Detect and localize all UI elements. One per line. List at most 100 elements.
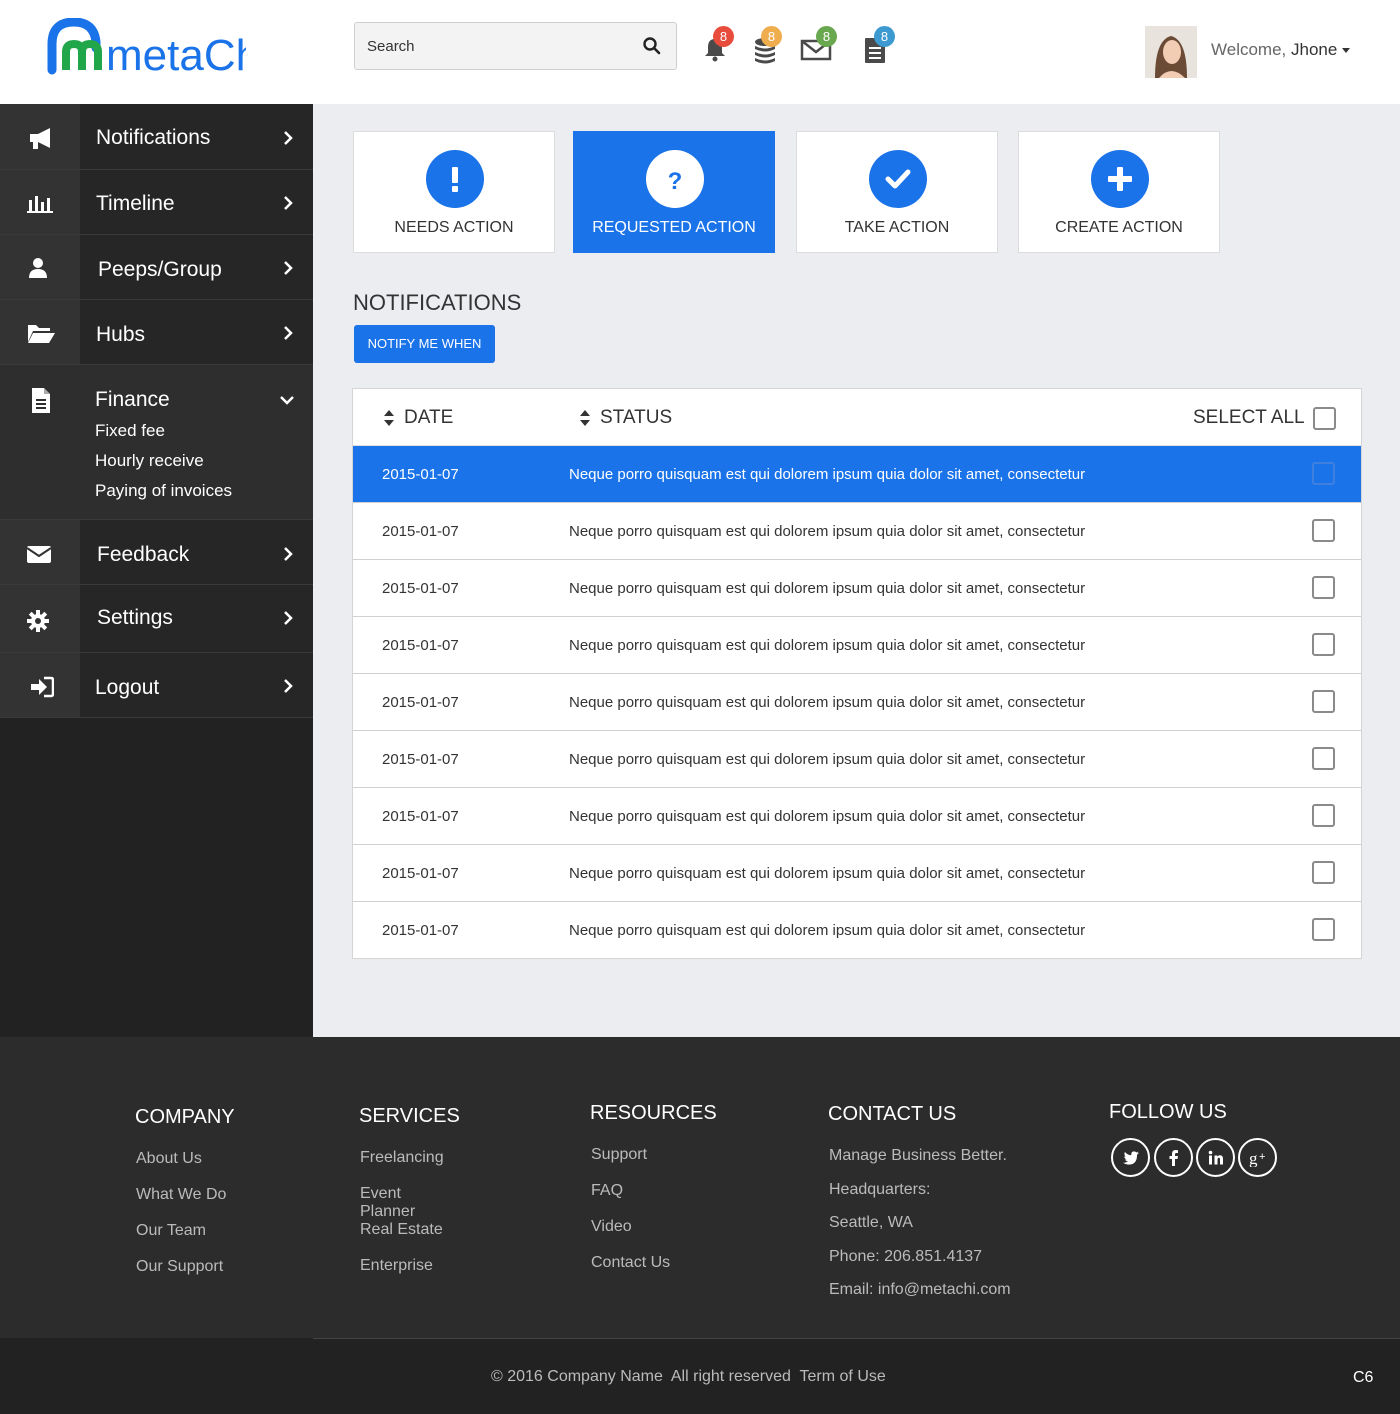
sidebar-item-notifications[interactable]: Notifications (0, 104, 313, 170)
sidebar-item-peeps-group[interactable]: Peeps/Group (0, 235, 313, 300)
linkedin-icon (1208, 1150, 1223, 1165)
sidebar-item-label: Logout (95, 676, 160, 699)
sidebar-subitem-fixed-fee[interactable]: Fixed fee (95, 421, 165, 441)
logo-text: metaChi (106, 31, 246, 78)
row-checkbox[interactable] (1312, 804, 1335, 827)
column-date[interactable]: DATE (404, 407, 453, 429)
copyright-text: © 2016 Company Name All right reserved T… (491, 1368, 886, 1385)
table-row[interactable]: 2015-01-07 Neque porro quisquam est qui d… (353, 503, 1361, 560)
sidebar-subitem-hourly-receive[interactable]: Hourly receive (95, 451, 204, 471)
user-menu[interactable]: Welcome, Jhone (1211, 40, 1351, 60)
row-status: Neque porro quisquam est qui dolorem ips… (569, 694, 1086, 711)
sidebar-subitem-paying-invoices[interactable]: Paying of invoices (95, 481, 232, 501)
contact-line: Manage Business Better. (829, 1147, 1007, 1164)
chevron-right-icon (284, 326, 293, 340)
row-date: 2015-01-07 (382, 808, 459, 825)
google-plus-button[interactable]: g + (1238, 1138, 1277, 1177)
requested-action-card[interactable]: ? REQUESTED ACTION (573, 131, 775, 253)
exclamation-icon (452, 167, 458, 192)
row-checkbox[interactable] (1312, 747, 1335, 770)
contact-line: Phone: 206.851.4137 (829, 1248, 983, 1265)
footer-contact: CONTACT US Manage Business Better. Headq… (828, 1103, 1011, 1298)
table-row[interactable]: 2015-01-07 Neque porro quisquam est qui d… (353, 788, 1361, 845)
coins-button[interactable]: 8 (752, 26, 786, 66)
facebook-button[interactable] (1154, 1138, 1193, 1177)
footer-heading: RESOURCES (590, 1102, 717, 1124)
sidebar-item-finance[interactable]: Finance Fixed fee Hourly receive Paying … (0, 365, 313, 520)
row-date: 2015-01-07 (382, 466, 459, 483)
table-row[interactable]: 2015-01-07 Neque porro quisquam est qui d… (353, 446, 1361, 503)
row-checkbox[interactable] (1312, 633, 1335, 656)
sidebar-item-settings[interactable]: Settings (0, 585, 313, 653)
take-action-card[interactable]: TAKE ACTION (796, 131, 998, 253)
row-checkbox[interactable] (1312, 576, 1335, 599)
footer-link[interactable]: Contact Us (591, 1254, 670, 1272)
sort-icon[interactable] (383, 409, 395, 427)
table-row[interactable]: 2015-01-07 Neque porro quisquam est qui d… (353, 674, 1361, 731)
search-icon[interactable] (642, 36, 662, 56)
row-checkbox[interactable] (1312, 690, 1335, 713)
footer-link[interactable]: Our Team (136, 1222, 206, 1240)
footer-link[interactable]: Our Support (136, 1258, 223, 1276)
envelope-icon (26, 546, 52, 563)
footer-heading: CONTACT US (828, 1103, 957, 1125)
footer-follow: FOLLOW US (1109, 1101, 1227, 1124)
table-row[interactable]: 2015-01-07 Neque porro quisquam est qui d… (353, 560, 1361, 617)
sidebar-item-hubs[interactable]: Hubs (0, 300, 313, 365)
row-status: Neque porro quisquam est qui dolorem ips… (569, 922, 1086, 939)
chevron-right-icon (284, 547, 293, 561)
sidebar-item-timeline[interactable]: Timeline (0, 170, 313, 235)
chevron-down-icon (280, 396, 294, 405)
column-status[interactable]: STATUS (600, 407, 672, 429)
table-row[interactable]: 2015-01-07 Neque porro quisquam est qui d… (353, 731, 1361, 788)
sort-icon[interactable] (579, 409, 591, 427)
footer-link[interactable]: Video (591, 1218, 632, 1236)
metachi-logo[interactable]: metaChi (46, 17, 270, 80)
search-input[interactable] (355, 23, 625, 69)
chevron-right-icon (284, 131, 293, 145)
row-checkbox[interactable] (1312, 519, 1335, 542)
footer-link[interactable]: Event Planner (360, 1185, 460, 1221)
welcome-label: Welcome, (1211, 40, 1287, 59)
footer-link[interactable]: Enterprise (360, 1257, 433, 1275)
sidebar-item-label: Finance (95, 388, 170, 411)
row-status: Neque porro quisquam est qui dolorem ips… (569, 580, 1086, 597)
sidebar-item-logout[interactable]: Logout (0, 653, 313, 718)
footer-link[interactable]: FAQ (591, 1182, 623, 1200)
sign-in-icon (31, 676, 54, 698)
top-header: metaChi 8 8 8 8 Welcome, Jhone (0, 0, 1400, 104)
footer-link[interactable]: What We Do (136, 1186, 226, 1204)
contact-email-link[interactable]: Email: info@metachi.com (829, 1281, 1011, 1299)
needs-action-card[interactable]: NEEDS ACTION (353, 131, 555, 253)
messages-button[interactable]: 8 (800, 26, 837, 66)
avatar[interactable] (1145, 26, 1197, 78)
sidebar-item-label: Hubs (96, 323, 146, 346)
table-row[interactable]: 2015-01-07 Neque porro quisquam est qui d… (353, 902, 1361, 959)
row-checkbox[interactable] (1312, 918, 1335, 941)
contact-line: Seattle, WA (829, 1214, 913, 1231)
notifications-bell[interactable]: 8 (702, 26, 736, 66)
table-row[interactable]: 2015-01-07 Neque porro quisquam est qui d… (353, 617, 1361, 674)
footer-link[interactable]: Support (591, 1146, 647, 1164)
row-checkbox[interactable] (1312, 861, 1335, 884)
footer: COMPANY About Us What We Do Our Team Our… (0, 1037, 1400, 1338)
footer-heading: FOLLOW US (1109, 1101, 1227, 1123)
select-all-checkbox[interactable] (1313, 407, 1336, 430)
footer-link[interactable]: About Us (136, 1150, 202, 1168)
notify-me-when-button[interactable]: NOTIFY ME WHEN (354, 325, 495, 363)
table-header: DATE STATUS SELECT ALL (353, 389, 1361, 446)
documents-button[interactable]: 8 (862, 26, 896, 66)
linkedin-button[interactable] (1196, 1138, 1235, 1177)
facebook-icon (1169, 1150, 1178, 1166)
footer-link[interactable]: Real Estate (360, 1221, 443, 1239)
row-checkbox[interactable] (1312, 462, 1335, 485)
row-status: Neque porro quisquam est qui dolorem ips… (569, 865, 1086, 882)
chevron-right-icon (284, 611, 293, 625)
footer-link[interactable]: Freelancing (360, 1149, 444, 1167)
create-action-card[interactable]: CREATE ACTION (1018, 131, 1220, 253)
sidebar-item-label: Notifications (96, 126, 211, 149)
table-row[interactable]: 2015-01-07 Neque porro quisquam est qui d… (353, 845, 1361, 902)
sidebar-item-feedback[interactable]: Feedback (0, 520, 313, 585)
twitter-button[interactable] (1111, 1138, 1150, 1177)
footer-company: COMPANY About Us What We Do Our Team Our… (135, 1106, 235, 1275)
